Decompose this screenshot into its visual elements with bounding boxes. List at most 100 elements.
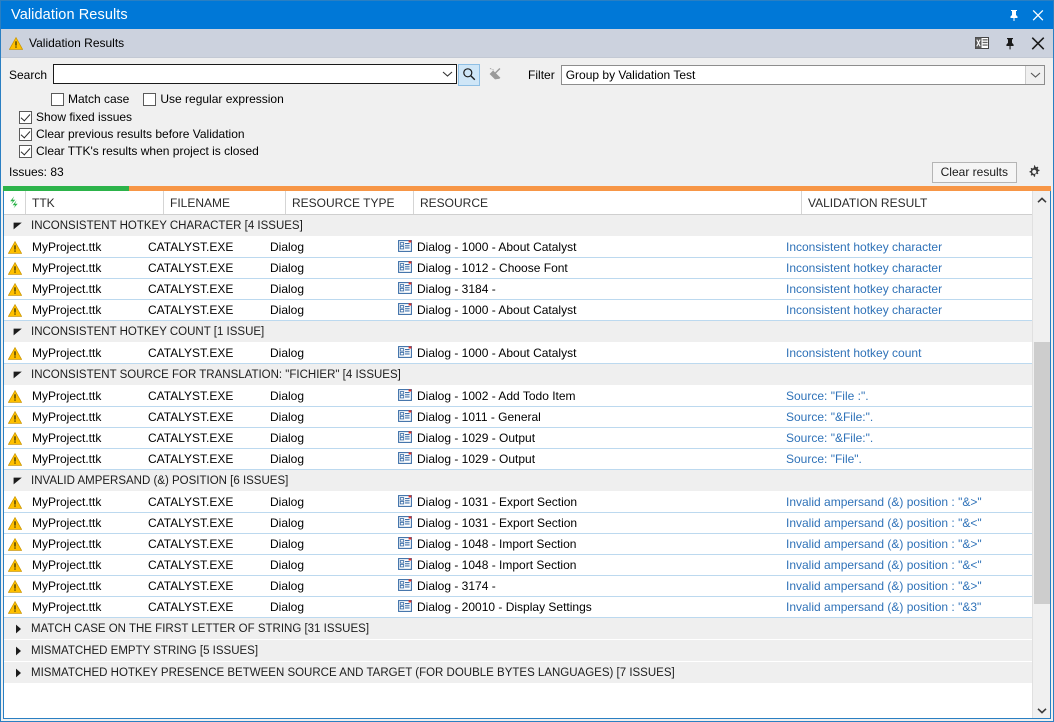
chevron-down-icon[interactable] (1025, 66, 1044, 84)
clear-previous-results-label: Clear previous results before Validation (36, 127, 245, 141)
warning-icon (4, 237, 26, 257)
export-excel-icon[interactable] (971, 33, 993, 53)
clear-search-button[interactable] (484, 64, 506, 86)
cell-ttk: MyProject.ttk (32, 495, 102, 509)
column-header-resource[interactable]: RESOURCE (414, 191, 802, 214)
group-header-row[interactable]: MISMATCHED EMPTY STRING [5 ISSUES] (4, 640, 1032, 662)
group-label: MISMATCHED EMPTY STRING [5 ISSUES] (31, 644, 259, 657)
cell-validation-result[interactable]: Source: "File". (780, 449, 1032, 469)
chevron-right-icon[interactable] (12, 645, 24, 657)
cell-filename: CATALYST.EXE (148, 516, 234, 530)
filter-dropdown[interactable]: Group by Validation Test (560, 65, 1045, 85)
cell-ttk: MyProject.ttk (32, 346, 102, 360)
table-row[interactable]: MyProject.ttk CATALYST.EXE Dialog Dialog - … (4, 597, 1032, 618)
window-title: Validation Results (11, 7, 128, 23)
group-header-row[interactable]: INVALID AMPERSAND (&) POSITION [6 ISSUES… (4, 470, 1032, 492)
table-row[interactable]: MyProject.ttk CATALYST.EXE Dialog Dialog - … (4, 449, 1032, 470)
table-row[interactable]: MyProject.ttk CATALYST.EXE Dialog Dialog - … (4, 300, 1032, 321)
group-header-row[interactable]: INCONSISTENT HOTKEY COUNT [1 ISSUE] (4, 321, 1032, 343)
search-box[interactable] (53, 64, 458, 84)
warning-icon (4, 597, 26, 617)
vertical-scrollbar[interactable] (1032, 191, 1050, 718)
table-row[interactable]: MyProject.ttk CATALYST.EXE Dialog Dialog - … (4, 386, 1032, 407)
table-row[interactable]: MyProject.ttk CATALYST.EXE Dialog Dialog - … (4, 492, 1032, 513)
search-input[interactable] (54, 66, 440, 82)
cell-validation-result[interactable]: Source: "&File:". (780, 407, 1032, 427)
group-header-row[interactable]: INCONSISTENT HOTKEY CHARACTER [4 ISSUES] (4, 215, 1032, 237)
scroll-down-button[interactable] (1033, 701, 1050, 718)
clear-results-button[interactable]: Clear results (931, 161, 1017, 183)
table-row[interactable]: MyProject.ttk CATALYST.EXE Dialog Dialog - … (4, 428, 1032, 449)
close-icon[interactable] (1027, 33, 1049, 53)
cell-validation-result[interactable]: Invalid ampersand (&) position : "&3" (780, 597, 1032, 617)
table-row[interactable]: MyProject.ttk CATALYST.EXE Dialog Dialog - … (4, 407, 1032, 428)
chevron-right-icon[interactable] (12, 667, 24, 679)
close-icon[interactable] (1027, 4, 1049, 26)
warning-icon (8, 36, 24, 50)
cell-resource: Dialog - 1048 - Import Section (392, 534, 780, 554)
chevron-down-icon[interactable] (12, 475, 24, 487)
cell-validation-result[interactable]: Inconsistent hotkey character (780, 258, 1032, 278)
scrollbar-track[interactable] (1033, 208, 1050, 701)
checkbox-box (19, 110, 32, 124)
column-header-ttk[interactable]: TTK (26, 191, 164, 214)
resource-label: Dialog - 1031 - Export Section (417, 495, 578, 509)
search-button[interactable] (458, 64, 481, 86)
close-icon (489, 67, 502, 83)
pin-icon[interactable] (999, 33, 1021, 53)
pin-icon[interactable] (1003, 4, 1025, 26)
dialog-icon (398, 578, 412, 594)
cell-validation-result[interactable]: Invalid ampersand (&) position : "&>" (780, 576, 1032, 596)
column-header-filename[interactable]: FILENAME (164, 191, 286, 214)
cell-validation-result[interactable]: Invalid ampersand (&) position : "&>" (780, 534, 1032, 554)
chevron-down-icon[interactable] (12, 220, 24, 232)
cell-resource: Dialog - 1000 - About Catalyst (392, 237, 780, 257)
gear-icon[interactable] (1023, 162, 1045, 182)
cell-resource-type: Dialog (270, 579, 305, 593)
dialog-icon (398, 345, 412, 361)
column-header-validation-result[interactable]: VALIDATION RESULT (802, 191, 1032, 214)
show-fixed-issues-checkbox[interactable]: Show fixed issues (19, 110, 1031, 124)
cell-validation-result[interactable]: Source: "&File:". (780, 428, 1032, 448)
table-row[interactable]: MyProject.ttk CATALYST.EXE Dialog Dialog - … (4, 534, 1032, 555)
cell-validation-result[interactable]: Invalid ampersand (&) position : "&>" (780, 492, 1032, 512)
chevron-down-icon[interactable] (12, 326, 24, 338)
cell-validation-result[interactable]: Inconsistent hotkey character (780, 237, 1032, 257)
cell-validation-result[interactable]: Invalid ampersand (&) position : "&<" (780, 555, 1032, 575)
column-header-resource-type[interactable]: RESOURCE TYPE (286, 191, 414, 214)
cell-validation-result[interactable]: Inconsistent hotkey count (780, 343, 1032, 363)
table-row[interactable]: MyProject.ttk CATALYST.EXE Dialog Dialog - … (4, 237, 1032, 258)
cell-ttk: MyProject.ttk (32, 452, 102, 466)
group-header-row[interactable]: INCONSISTENT SOURCE FOR TRANSLATION: "FI… (4, 364, 1032, 386)
table-row[interactable]: MyProject.ttk CATALYST.EXE Dialog Dialog - … (4, 576, 1032, 597)
group-header-row[interactable]: MATCH CASE ON THE FIRST LETTER OF STRING… (4, 618, 1032, 640)
table-row[interactable]: MyProject.ttk CATALYST.EXE Dialog Dialog - … (4, 343, 1032, 364)
cell-resource-type: Dialog (270, 537, 305, 551)
table-row[interactable]: MyProject.ttk CATALYST.EXE Dialog Dialog - … (4, 258, 1032, 279)
cell-validation-result[interactable]: Source: "File :". (780, 386, 1032, 406)
chevron-down-icon[interactable] (12, 369, 24, 381)
cell-validation-result[interactable]: Inconsistent hotkey character (780, 300, 1032, 320)
cell-validation-result[interactable]: Inconsistent hotkey character (780, 279, 1032, 299)
match-case-label: Match case (68, 92, 130, 106)
chevron-down-icon[interactable] (439, 65, 456, 83)
cell-filename: CATALYST.EXE (148, 579, 234, 593)
cell-filename: CATALYST.EXE (148, 261, 234, 275)
cell-ttk: MyProject.ttk (32, 579, 102, 593)
resource-label: Dialog - 1000 - About Catalyst (417, 303, 577, 317)
group-header-row[interactable]: MISMATCHED HOTKEY PRESENCE BETWEEN SOURC… (4, 662, 1032, 684)
cell-filename: CATALYST.EXE (148, 282, 234, 296)
clear-ttk-results-checkbox[interactable]: Clear TTK's results when project is clos… (19, 144, 1031, 158)
table-row[interactable]: MyProject.ttk CATALYST.EXE Dialog Dialog - … (4, 279, 1032, 300)
table-row[interactable]: MyProject.ttk CATALYST.EXE Dialog Dialog - … (4, 555, 1032, 576)
scrollbar-thumb[interactable] (1034, 342, 1050, 604)
match-case-checkbox[interactable]: Match case (51, 92, 129, 106)
clear-previous-results-checkbox[interactable]: Clear previous results before Validation (19, 127, 1031, 141)
dialog-icon (398, 430, 412, 446)
use-regex-checkbox[interactable]: Use regular expression (143, 92, 284, 106)
cell-validation-result[interactable]: Invalid ampersand (&) position : "&<" (780, 513, 1032, 533)
table-row[interactable]: MyProject.ttk CATALYST.EXE Dialog Dialog - … (4, 513, 1032, 534)
scroll-up-button[interactable] (1033, 191, 1050, 208)
chevron-right-icon[interactable] (12, 623, 24, 635)
cell-filename: CATALYST.EXE (148, 410, 234, 424)
